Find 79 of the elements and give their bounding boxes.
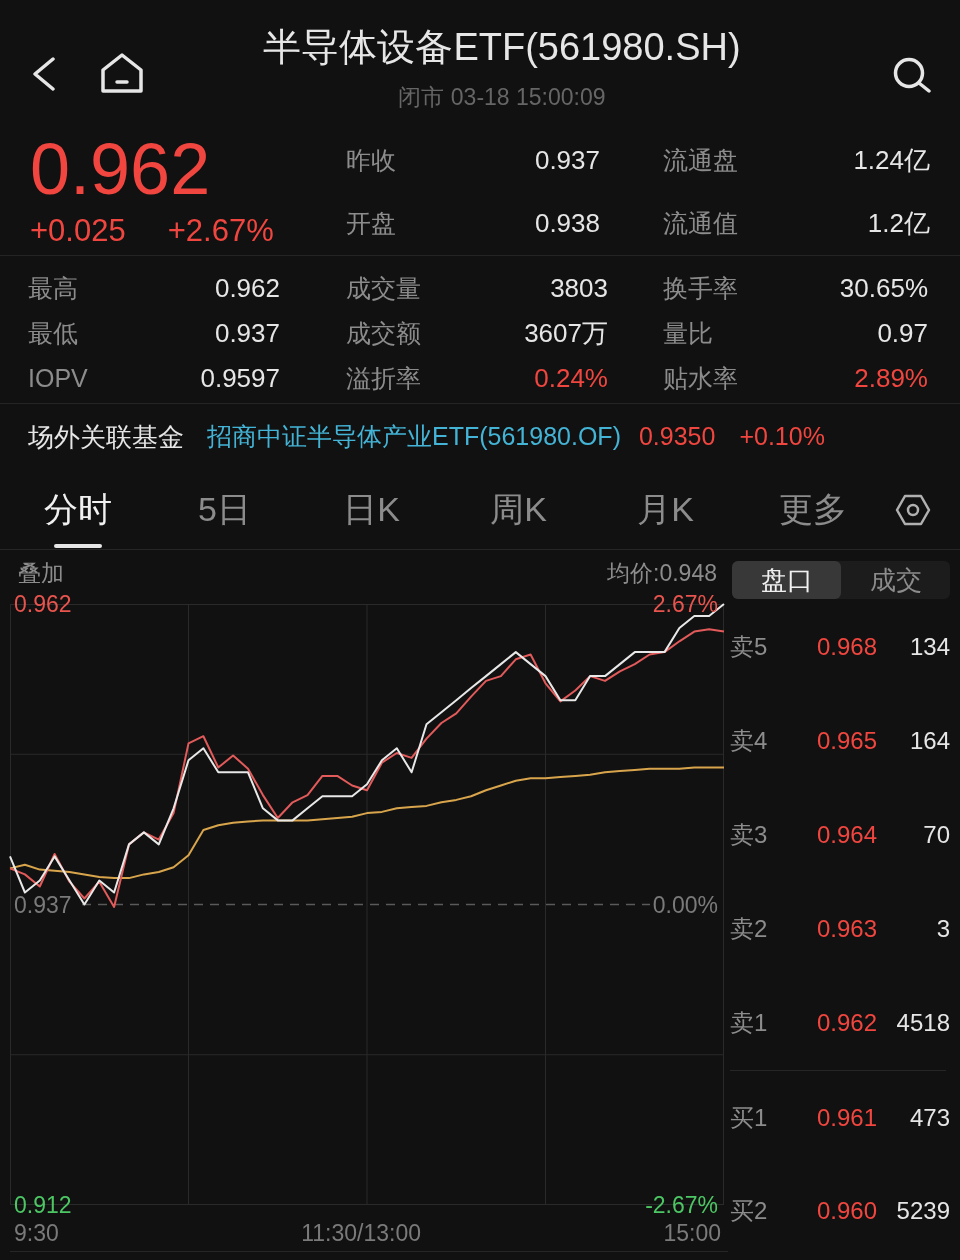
order-level-label: 卖2	[730, 914, 769, 944]
order-volume: 3	[936, 914, 950, 944]
order-level-label: 买1	[730, 1102, 769, 1133]
order-level-label: 卖5	[730, 632, 769, 662]
order-price: 0.962	[817, 1008, 878, 1038]
stat-label: IOPV	[28, 362, 88, 394]
linked-fund-label: 场外关联基金	[28, 420, 184, 454]
stat-value: 0.938	[534, 207, 600, 240]
order-volume: 4518	[896, 1008, 950, 1038]
stat-label: 流通值	[663, 207, 738, 239]
linked-fund-link[interactable]: 招商中证半导体产业ETF(561980.OF)	[207, 418, 621, 456]
stat-label: 成交额	[346, 317, 421, 349]
stat-label: 成交量	[346, 272, 421, 304]
stat-label: 流通盘	[663, 144, 738, 176]
order-volume: 164	[909, 726, 950, 756]
stat-value: 1.2亿	[867, 207, 930, 240]
stat-label: 昨收	[346, 144, 396, 176]
stat-value: 1.24亿	[853, 144, 930, 177]
stat-value: 0.9597	[200, 362, 280, 395]
axis-label: 0.912	[14, 1192, 72, 1218]
linked-fund-change: +0.10%	[739, 421, 825, 453]
stat-value: 3803	[550, 272, 608, 305]
stat-value: 2.89%	[854, 362, 928, 395]
order-level-label: 卖3	[730, 820, 769, 850]
linked-fund-price: 0.9350	[638, 421, 716, 453]
stat-value: 3607万	[524, 317, 608, 350]
last-price: 0.962	[30, 133, 211, 205]
chart-tab[interactable]: 更多	[739, 470, 886, 549]
stat-value: 0.24%	[534, 362, 608, 395]
back-icon[interactable]	[32, 57, 56, 91]
percent-change: +2.67%	[167, 215, 274, 247]
stat-value: 0.97	[877, 317, 928, 350]
market-status: 闭市 03-18 15:00:09	[398, 83, 606, 112]
stat-value: 0.962	[214, 272, 280, 305]
fund-title: 半导体设备ETF(561980.SH)	[263, 25, 741, 70]
time-label: 9:30	[14, 1220, 59, 1246]
order-price: 0.968	[817, 632, 878, 662]
axis-label: 0.937	[14, 891, 72, 918]
axis-label: 0.00%	[652, 891, 718, 918]
order-price: 0.961	[817, 1102, 878, 1133]
axis-label: 2.67%	[652, 591, 718, 617]
chart-tab[interactable]: 周K	[445, 470, 592, 549]
settings-icon[interactable]	[895, 493, 931, 526]
time-label: 15:00	[663, 1220, 721, 1246]
panel-tab[interactable]: 盘口	[732, 561, 841, 599]
chart-tab[interactable]: 月K	[592, 470, 739, 549]
order-price: 0.965	[817, 726, 878, 756]
stat-value: 30.65%	[839, 272, 928, 305]
axis-label: 0.962	[14, 591, 72, 617]
stat-value: 0.937	[534, 144, 600, 177]
stat-label: 换手率	[663, 272, 738, 304]
order-price: 0.960	[817, 1195, 878, 1226]
order-level-label: 卖4	[730, 726, 769, 756]
search-icon[interactable]	[892, 57, 932, 93]
stat-label: 最高	[28, 272, 78, 304]
chart-tab[interactable]: 分时	[4, 470, 151, 549]
stat-label: 量比	[663, 317, 713, 349]
axis-label: -2.67%	[645, 1192, 718, 1218]
panel-tab[interactable]: 成交	[841, 561, 950, 599]
stat-label: 最低	[28, 317, 78, 349]
order-price: 0.963	[817, 914, 878, 944]
home-icon[interactable]	[100, 52, 144, 94]
order-volume: 70	[923, 820, 950, 850]
order-price: 0.964	[817, 820, 878, 850]
order-volume: 134	[909, 632, 950, 662]
chart-tab[interactable]: 5日	[151, 470, 298, 549]
stat-label: 贴水率	[663, 362, 738, 394]
order-volume: 5239	[896, 1195, 950, 1226]
order-level-label: 买2	[730, 1195, 769, 1226]
chart-tab[interactable]: 日K	[298, 470, 445, 549]
stat-value: 0.937	[214, 317, 280, 350]
time-label: 11:30/13:00	[301, 1220, 421, 1246]
stat-label: 开盘	[346, 207, 396, 239]
overlay-button[interactable]: 叠加	[18, 560, 64, 586]
order-volume: 473	[909, 1102, 950, 1133]
stat-label: 溢折率	[346, 362, 421, 394]
average-price: 均价:0.948	[607, 560, 717, 586]
price-change: +0.025	[30, 215, 126, 247]
order-level-label: 卖1	[730, 1008, 769, 1038]
